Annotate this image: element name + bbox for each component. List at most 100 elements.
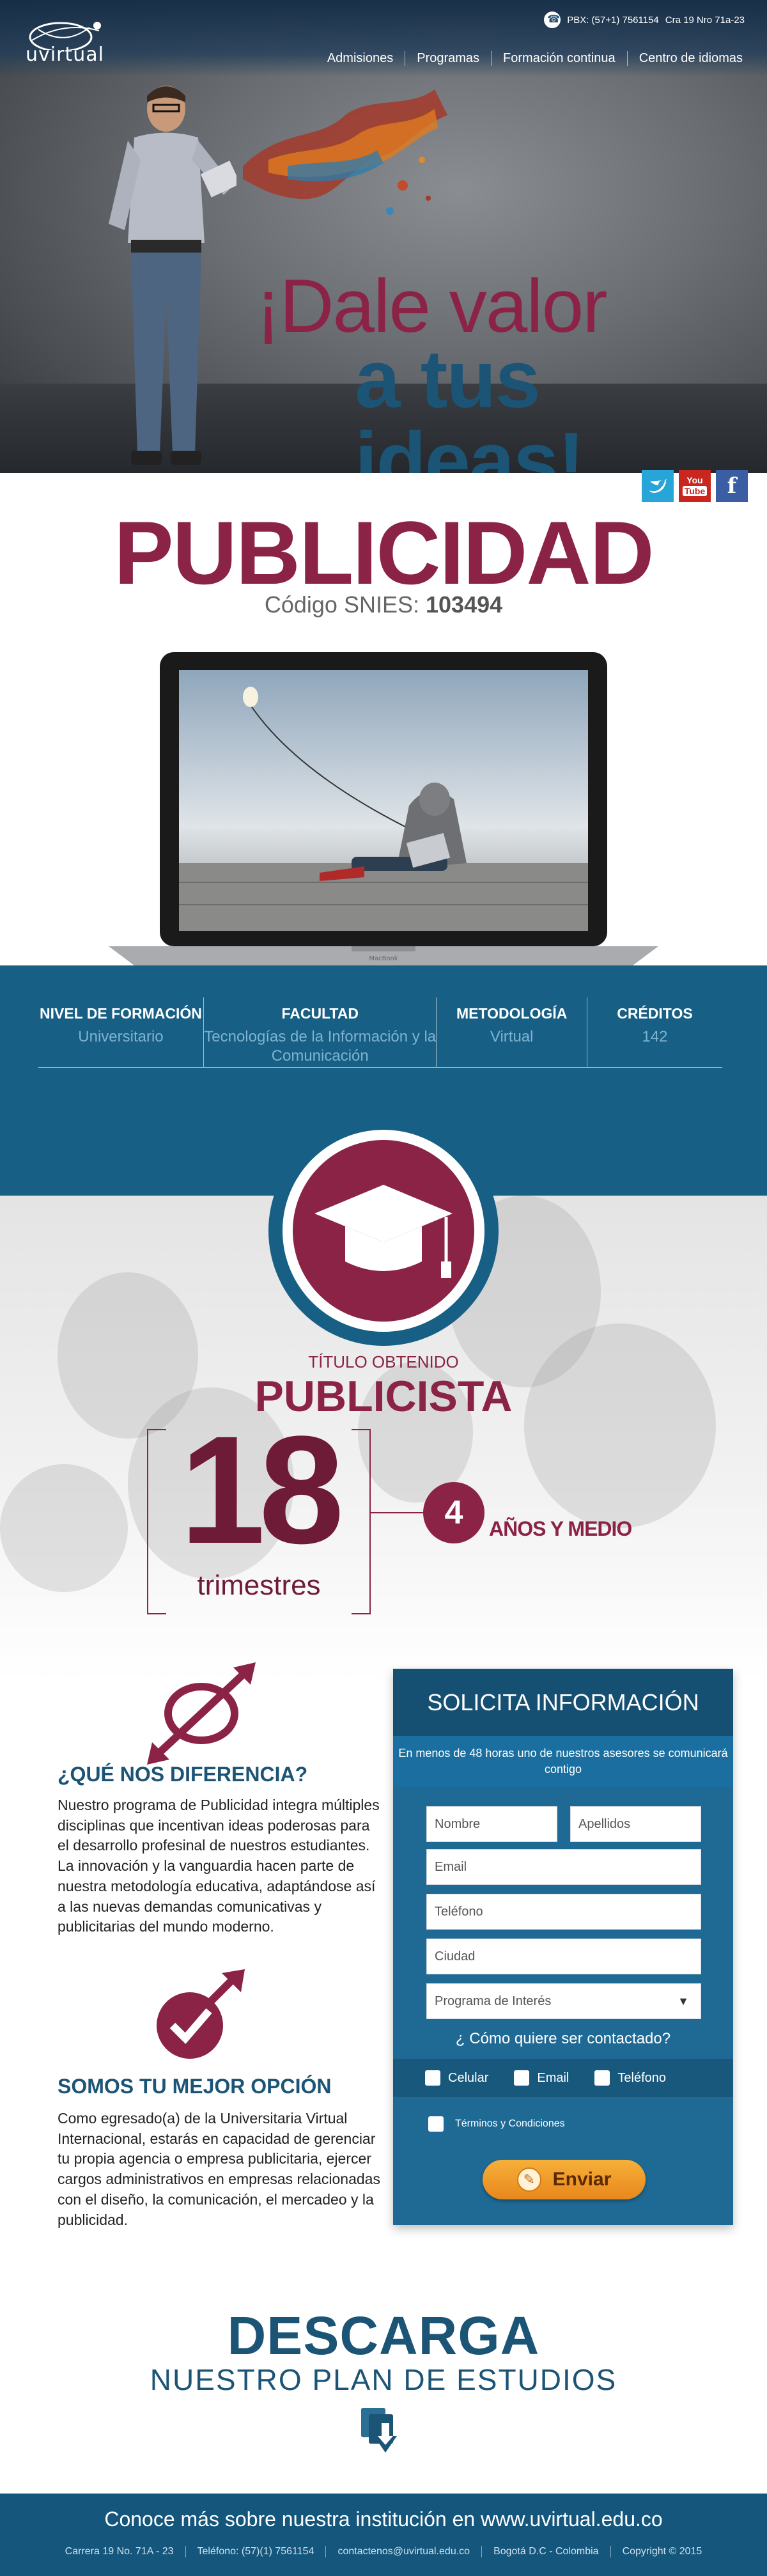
hero-headline-line2: a tus ideas! xyxy=(355,334,585,474)
email-field[interactable]: Email xyxy=(426,1849,701,1885)
duration-unit: trimestres xyxy=(197,1570,321,1601)
youtube-label-top: You xyxy=(686,475,703,485)
info-request-form: SOLICITA INFORMACIÓN En menos de 48 hora… xyxy=(393,1669,733,2225)
telefono-checkbox[interactable] xyxy=(594,2070,610,2086)
info-label: METODOLOGÍA xyxy=(456,1005,568,1022)
info-metodologia: METODOLOGÍA Virtual xyxy=(437,997,587,1067)
duration-frame-right xyxy=(369,1429,371,1614)
footer-city: Bogotá D.C - Colombia xyxy=(481,2546,610,2557)
programa-select-value: Programa de Interés xyxy=(435,1994,552,2008)
info-facultad: FACULTAD Tecnologías de la Información y… xyxy=(204,997,437,1067)
logo-wordmark: uvirtual xyxy=(26,43,104,66)
form-subtitle: En menos de 48 horas uno de nuestros ase… xyxy=(393,1736,733,1787)
programa-select[interactable]: Programa de Interés ▼ xyxy=(426,1983,701,2019)
program-info-columns: NIVEL DE FORMACIÓN Universitario FACULTA… xyxy=(38,997,722,1068)
years-badge: 4 xyxy=(423,1482,484,1543)
email-checkbox[interactable] xyxy=(514,2070,530,2086)
duration-number: 18 xyxy=(180,1404,345,1575)
paint-splash-graphic xyxy=(243,90,447,215)
degree-label: TÍTULO OBTENIDO xyxy=(308,1352,459,1371)
top-navigation-bar: uvirtual PBX: (57+1) 7561154 Cra 19 Nro … xyxy=(0,0,767,77)
snies-label: Código SNIES: xyxy=(264,591,419,618)
page-footer: Conoce más sobre nuestra institución en … xyxy=(0,2494,767,2576)
celular-checkbox[interactable] xyxy=(425,2070,440,2086)
terms-checkbox-row[interactable]: Términos y Condiciones xyxy=(428,2116,565,2132)
info-creditos: CRÉDITOS 142 xyxy=(587,997,722,1067)
hero-headline-line1: ¡Dale valor xyxy=(256,264,608,348)
form-title: SOLICITA INFORMACIÓN xyxy=(393,1669,733,1736)
main-nav: Admisiones Programas Formación continua … xyxy=(316,51,754,66)
option-label: Teléfono xyxy=(617,2070,666,2085)
contact-line: PBX: (57+1) 7561154 Cra 19 Nro 71a-23 xyxy=(544,12,745,28)
footer-address: Carrera 19 No. 71A - 23 xyxy=(65,2546,174,2557)
youtube-label-bottom: Tube xyxy=(682,486,708,496)
nav-formacion-continua[interactable]: Formación continua xyxy=(491,51,627,66)
degree-title: PUBLICISTA xyxy=(254,1372,513,1421)
uvirtual-logo[interactable]: uvirtual xyxy=(26,18,109,69)
nav-programas[interactable]: Programas xyxy=(405,51,491,66)
social-links: You Tube f xyxy=(642,470,748,502)
info-value: Universitario xyxy=(78,1028,164,1045)
laptop-image: MacBook xyxy=(109,652,658,965)
footer-copyright: Copyright © 2015 xyxy=(610,2546,714,2557)
download-title[interactable]: DESCARGA xyxy=(0,2305,767,2367)
info-nivel: NIVEL DE FORMACIÓN Universitario xyxy=(38,997,204,1067)
feature-text-mejor-opcion: Como egresado(a) de la Universitaria Vir… xyxy=(58,2110,380,2228)
contact-options: Celular Email Teléfono xyxy=(393,2059,733,2097)
terms-link[interactable]: Términos y Condiciones xyxy=(455,2118,565,2130)
youtube-icon[interactable]: You Tube xyxy=(679,470,711,502)
address-text: Cra 19 Nro 71a-23 xyxy=(665,14,745,26)
info-value: Virtual xyxy=(490,1028,534,1045)
download-icon[interactable] xyxy=(355,2404,406,2455)
twitter-bird-icon xyxy=(649,479,667,493)
info-value: 142 xyxy=(642,1028,668,1045)
footer-headline[interactable]: Conoce más sobre nuestra institución en … xyxy=(0,2508,767,2531)
feature-title-mejor-opcion: SOMOS TU MEJOR OPCIÓN xyxy=(58,2075,332,2098)
feature-text-diferencia: Nuestro programa de Publicidad integra m… xyxy=(58,1797,380,1935)
laptop-brand: MacBook xyxy=(369,955,398,962)
info-label: NIVEL DE FORMACIÓN xyxy=(40,1005,202,1022)
footer-info-row: Carrera 19 No. 71A - 23 Teléfono: (57)(1… xyxy=(0,2546,767,2557)
contact-preference-question: ¿ Cómo quiere ser contactado? xyxy=(455,2030,671,2047)
student-silhouette xyxy=(0,1464,128,1592)
telefono-field[interactable]: Teléfono xyxy=(426,1894,701,1930)
duration-frame-bottom-left xyxy=(147,1613,166,1614)
nav-centro-de-idiomas[interactable]: Centro de idiomas xyxy=(626,51,754,66)
hero-banner: uvirtual PBX: (57+1) 7561154 Cra 19 Nro … xyxy=(0,0,767,473)
phone-number: PBX: (57+1) 7561154 xyxy=(567,14,659,26)
info-label: FACULTAD xyxy=(281,1005,359,1022)
apellidos-field[interactable]: Apellidos xyxy=(570,1806,701,1842)
twitter-icon[interactable] xyxy=(642,470,674,502)
info-label: CRÉDITOS xyxy=(617,1005,693,1022)
submit-button[interactable]: Enviar xyxy=(483,2160,646,2199)
graduation-badge xyxy=(268,1116,499,1346)
nombre-field[interactable]: Nombre xyxy=(426,1806,557,1842)
option-label: Email xyxy=(537,2070,569,2085)
program-title: PUBLICIDAD xyxy=(114,503,654,603)
info-value: Tecnologías de la Información y la Comun… xyxy=(204,1028,437,1065)
footer-phone: Teléfono: (57)(1) 7561154 xyxy=(185,2546,326,2557)
feature-title-diferencia: ¿QUÉ NOS DIFERENCIA? xyxy=(58,1763,308,1786)
duration-frame-left xyxy=(147,1429,148,1614)
checkmark-arrow-icon xyxy=(157,1969,245,2059)
download-subtitle[interactable]: NUESTRO PLAN DE ESTUDIOS xyxy=(0,2362,767,2397)
years-label: AÑOS Y MEDIO xyxy=(489,1517,632,1540)
duration-connector-line xyxy=(371,1512,425,1513)
option-celular[interactable]: Celular xyxy=(425,2070,488,2086)
option-telefono[interactable]: Teléfono xyxy=(594,2070,666,2086)
option-label: Celular xyxy=(448,2070,489,2085)
facebook-icon[interactable]: f xyxy=(716,470,748,502)
pencil-icon xyxy=(516,2167,541,2192)
footer-email[interactable]: contactenos@uvirtual.edu.co xyxy=(325,2546,481,2557)
phone-icon xyxy=(544,12,561,28)
snies-code: Código SNIES: 103494 xyxy=(0,591,767,618)
nav-admisiones[interactable]: Admisiones xyxy=(316,51,405,66)
graduation-cap-icon xyxy=(314,1185,453,1278)
option-email[interactable]: Email xyxy=(514,2070,569,2086)
chevron-down-icon: ▼ xyxy=(678,1995,689,2008)
exchange-arrows-icon xyxy=(147,1662,256,1765)
ciudad-field[interactable]: Ciudad xyxy=(426,1939,701,1974)
man-with-laptop-image xyxy=(109,86,236,465)
snies-number: 103494 xyxy=(426,591,503,618)
terms-checkbox[interactable] xyxy=(428,2116,444,2132)
